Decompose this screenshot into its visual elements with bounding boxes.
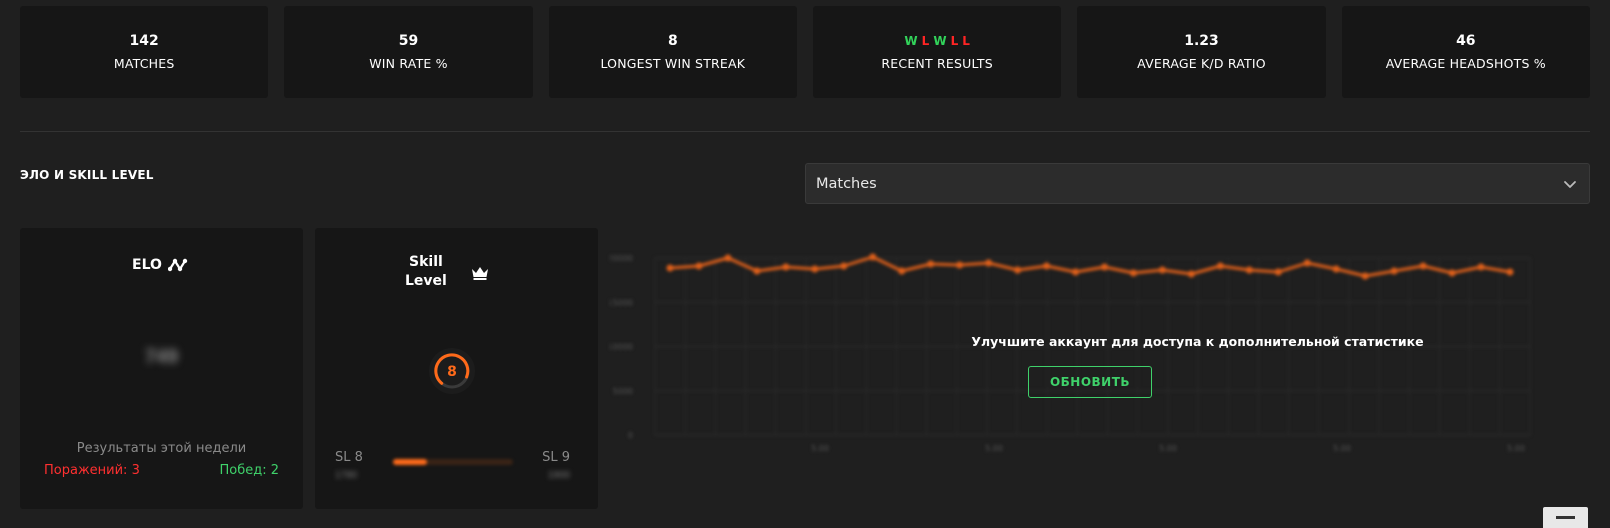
divider [20, 131, 1590, 132]
chart-point [1390, 267, 1398, 275]
crown-icon [472, 267, 488, 280]
sl-current-label: SL 8 [335, 450, 363, 465]
stat-label: AVERAGE K/D RATIO [1137, 56, 1266, 71]
chart-point [1361, 272, 1369, 280]
chart-point [869, 253, 877, 261]
select-value: Matches [816, 175, 877, 192]
stat-label: RECENT RESULTS [881, 56, 993, 71]
chart-y-tick: 5000 [613, 387, 633, 396]
stat-card-win-rate: 59 WIN RATE % [284, 6, 533, 98]
stat-value: 59 [398, 33, 419, 49]
chart-point [1448, 269, 1456, 277]
chart-point [1477, 263, 1485, 271]
scroll-to-top-button[interactable] [1543, 507, 1588, 528]
stat-label: MATCHES [113, 56, 175, 71]
stat-card-recent-results: WLWLL RECENT RESULTS [812, 6, 1062, 98]
chart-point [1129, 269, 1137, 277]
trend-line-icon [167, 258, 188, 272]
chart-point [724, 254, 732, 262]
chart-point [840, 262, 848, 270]
result-badge: W [904, 34, 918, 48]
chart-point [1274, 268, 1282, 276]
chart-point [811, 265, 819, 273]
result-badge: W [933, 34, 947, 48]
chart-point [1100, 263, 1108, 271]
result-badge: L [921, 34, 930, 48]
upgrade-message: Улучшите аккаунт для доступа к дополните… [971, 334, 1424, 349]
chart-x-tick: 5.00 [811, 444, 829, 453]
chart-point [1332, 265, 1340, 273]
stat-card-matches: 142 MATCHES [20, 6, 269, 98]
chart-point [956, 261, 964, 269]
chevron-down-icon [1564, 180, 1576, 188]
chart-point [1187, 270, 1195, 278]
skill-level-number: 8 [447, 364, 457, 380]
chart-point [1419, 262, 1427, 270]
elo-title: ELO [132, 257, 190, 273]
chart-point [782, 263, 790, 271]
chart-point [753, 267, 761, 275]
chart-y-tick: 15000 [610, 298, 633, 307]
chart-point [666, 264, 674, 272]
chart-point [927, 260, 935, 268]
chart-y-tick: 20000 [610, 254, 633, 263]
result-badge: L [950, 34, 959, 48]
chart-y-tick: 10000 [610, 343, 633, 352]
sl-next-elo: 1900 [547, 470, 570, 481]
stat-label: AVERAGE HEADSHOTS % [1385, 56, 1546, 71]
skill-level-card: Skill Level 8 SL 8 SL 9 1780 1900 [315, 228, 598, 509]
section-title: ЭЛО И SKILL LEVEL [20, 168, 154, 182]
chart-point [1245, 266, 1253, 274]
chart-series-line [669, 255, 1511, 278]
week-results-label: Результаты этой недели [76, 441, 247, 456]
skill-progress-bar [393, 459, 513, 465]
elo-card: ELO 749 Результаты этой недели Поражений… [20, 228, 303, 509]
stat-card-longest-streak: 8 LONGEST WIN STREAK [548, 6, 797, 98]
chart-point [1014, 266, 1022, 274]
chart-x-tick: 5.00 [1333, 444, 1351, 453]
chart-point [695, 262, 703, 270]
weekly-wins: Побед: 2 [219, 463, 279, 478]
chart-point [1216, 262, 1224, 270]
stats-row: 142 MATCHES 59 WIN RATE % 8 LONGEST WIN … [20, 6, 1590, 98]
stat-card-kd-ratio: 1.23 AVERAGE K/D RATIO [1077, 6, 1326, 98]
chart-x-tick: 5.00 [985, 444, 1003, 453]
skill-level-title: Skill Level [405, 253, 447, 291]
upgrade-button[interactable]: ОБНОВИТЬ [1028, 366, 1152, 398]
elo-title-label: ELO [132, 257, 162, 273]
weekly-losses: Поражений: 3 [44, 463, 140, 478]
chart-point [1072, 268, 1080, 276]
stat-label: WIN RATE % [369, 56, 448, 71]
chart-x-tick: 5.00 [1507, 444, 1525, 453]
skill-progress-fill [393, 459, 427, 465]
result-badge: L [962, 34, 970, 48]
skill-title-line: Level [405, 273, 447, 289]
stat-value: 8 [667, 33, 678, 49]
chart-point [985, 259, 993, 267]
matches-select[interactable]: Matches [805, 163, 1590, 204]
chart-point [1506, 268, 1514, 276]
chart-y-tick: 0 [628, 431, 633, 440]
skill-title-line: Skill [409, 254, 443, 270]
stat-value: 142 [129, 33, 159, 49]
stat-card-headshots: 46 AVERAGE HEADSHOTS % [1341, 6, 1590, 98]
chart-point [898, 267, 906, 275]
recent-results: WLWLL [902, 33, 971, 50]
stat-value: 1.23 [1184, 33, 1219, 49]
stat-label: LONGEST WIN STREAK [600, 56, 746, 71]
chart-point [1043, 262, 1051, 270]
chart-point [1158, 266, 1166, 274]
sl-next-label: SL 9 [542, 450, 570, 465]
skill-level-badge-icon: 8 [429, 348, 475, 394]
chart-x-tick: 5.00 [1159, 444, 1177, 453]
stat-value: 46 [1456, 33, 1476, 49]
sl-current-elo: 1780 [335, 470, 358, 481]
chart-point [1303, 259, 1311, 267]
elo-value: 749 [144, 346, 179, 368]
